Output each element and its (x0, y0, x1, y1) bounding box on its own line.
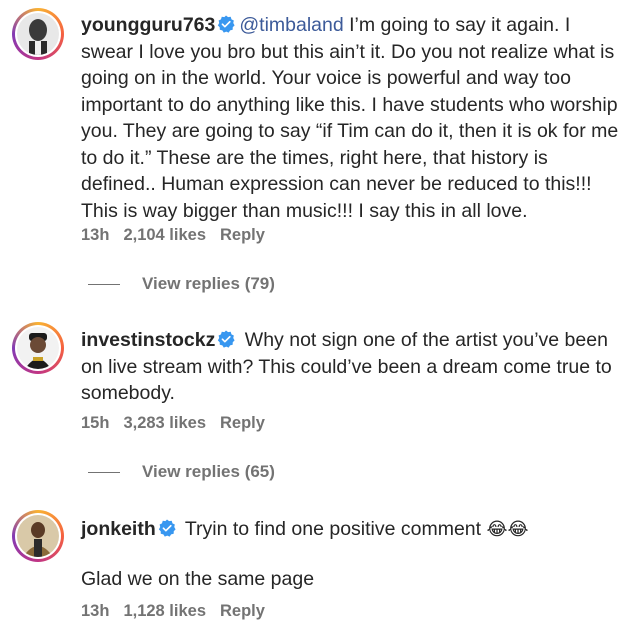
view-replies-label: View replies (65) (142, 462, 275, 481)
replies-divider (88, 471, 120, 473)
reply-button[interactable]: Reply (220, 602, 265, 621)
comment-text-line-2: Glad we on the same page (81, 568, 315, 590)
comment-time[interactable]: 13h (81, 602, 109, 621)
comment-text: I’m going to say it again. I swear I lov… (81, 14, 619, 222)
comment-username[interactable]: youngguru763 (81, 14, 215, 36)
mention-link[interactable]: @timbaland (239, 14, 343, 36)
avatar-youngguru763[interactable] (12, 8, 64, 60)
comment-text: Tryin to find one positive comment (179, 518, 487, 540)
avatar-investinstockz[interactable] (12, 322, 64, 374)
verified-badge-icon (158, 519, 176, 537)
replies-divider (88, 283, 120, 285)
comment-username[interactable]: investinstockz (81, 329, 215, 351)
avatar-image (17, 13, 59, 55)
view-replies-button[interactable]: View replies (65) (88, 462, 275, 482)
comment-meta: 13h 2,104 likes Reply (81, 226, 265, 245)
laughing-emoji-icon: 😂😂 (486, 519, 529, 540)
reply-button[interactable]: Reply (220, 226, 265, 245)
comment-likes[interactable]: 1,128 likes (123, 602, 206, 621)
avatar-image (17, 327, 59, 369)
comment-time[interactable]: 15h (81, 414, 109, 433)
comment-likes[interactable]: 2,104 likes (123, 226, 206, 245)
avatar-jonkeith[interactable] (12, 510, 64, 562)
reply-button[interactable]: Reply (220, 414, 265, 433)
avatar-image (17, 515, 59, 557)
view-replies-button[interactable]: View replies (79) (88, 274, 275, 294)
view-replies-label: View replies (79) (142, 274, 275, 293)
comment-meta: 15h 3,283 likes Reply (81, 414, 265, 433)
comment-meta: 13h 1,128 likes Reply (81, 602, 265, 621)
comment-time[interactable]: 13h (81, 226, 109, 245)
verified-badge-icon (218, 330, 235, 348)
comment-likes[interactable]: 3,283 likes (123, 414, 206, 433)
comment-username[interactable]: jonkeith (81, 518, 156, 540)
verified-badge-icon (218, 15, 235, 33)
